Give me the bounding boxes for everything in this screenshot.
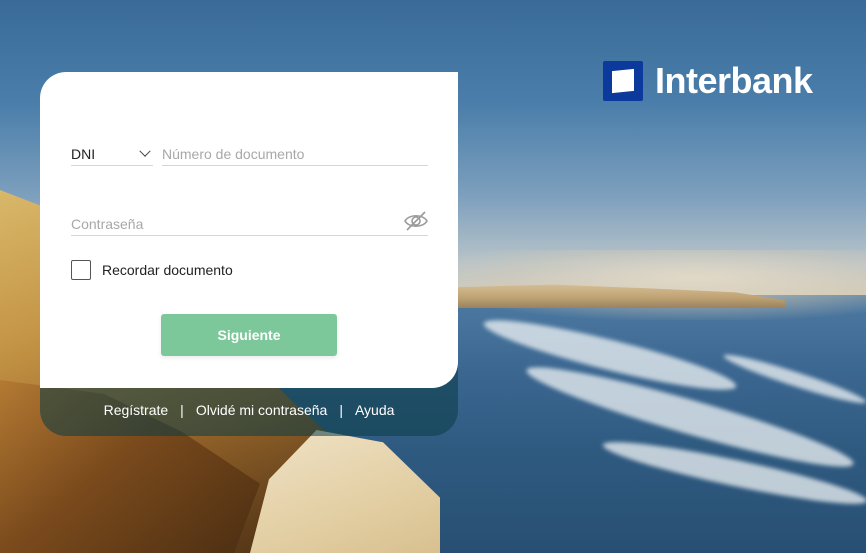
remember-document-checkbox[interactable] bbox=[71, 260, 91, 280]
interbank-logo: Interbank bbox=[603, 60, 813, 102]
footer-links: Regístrate | Olvidé mi contraseña | Ayud… bbox=[40, 402, 458, 418]
next-button[interactable]: Siguiente bbox=[161, 314, 337, 356]
password-input[interactable] bbox=[71, 212, 428, 236]
separator: | bbox=[339, 402, 343, 418]
separator: | bbox=[180, 402, 184, 418]
document-type-value: DNI bbox=[71, 145, 96, 162]
register-link[interactable]: Regístrate bbox=[104, 402, 169, 418]
login-card: DNI Recordar documento Siguiente bbox=[40, 72, 458, 388]
chevron-down-icon bbox=[139, 145, 151, 157]
eye-slash-icon[interactable] bbox=[403, 210, 429, 232]
document-number-input[interactable] bbox=[162, 142, 428, 166]
haze bbox=[430, 250, 866, 320]
help-link[interactable]: Ayuda bbox=[355, 402, 394, 418]
remember-document-option[interactable]: Recordar documento bbox=[71, 260, 233, 280]
document-type-select[interactable]: DNI bbox=[71, 142, 153, 166]
logo-text: Interbank bbox=[655, 60, 813, 101]
logo-mark-icon bbox=[603, 61, 643, 101]
forgot-password-link[interactable]: Olvidé mi contraseña bbox=[196, 402, 328, 418]
remember-document-label: Recordar documento bbox=[102, 262, 233, 278]
